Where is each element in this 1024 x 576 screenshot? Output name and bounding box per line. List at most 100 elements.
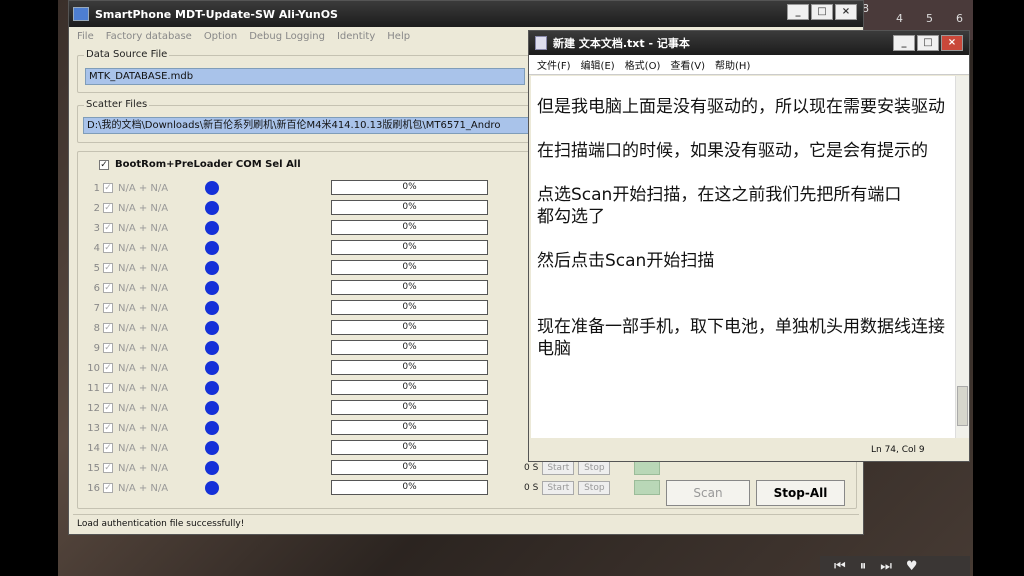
port-start-button[interactable]: Start — [542, 460, 575, 475]
port-progress-bar: 0% — [331, 260, 488, 275]
notepad-paragraph: 但是我电脑上面是没有驱动的，所以现在需要安装驱动 — [537, 97, 945, 117]
left-black-bar — [0, 0, 58, 576]
port-com-label: N/A + N/A — [118, 482, 169, 494]
window-title: SmartPhone MDT-Update-SW Ali-YunOS — [95, 7, 338, 21]
notepad-close-button[interactable]: × — [941, 35, 963, 51]
notepad-menu-format[interactable]: 格式(O) — [625, 57, 661, 72]
calendar-day: 5 — [926, 12, 933, 25]
port-progress-bar: 0% — [331, 460, 488, 475]
port-checkbox[interactable]: ✓ — [103, 263, 113, 273]
stop-all-button[interactable]: Stop-All — [756, 480, 845, 506]
heart-icon[interactable]: ♥ — [906, 559, 918, 574]
port-stop-button[interactable]: Stop — [578, 460, 611, 475]
port-checkbox[interactable]: ✓ — [103, 403, 113, 413]
notepad-menu-help[interactable]: 帮助(H) — [715, 57, 750, 72]
notepad-paragraph: 点选Scan开始扫描，在这之前我们先把所有端口 都勾选了 — [537, 185, 902, 227]
notepad-menu-view[interactable]: 查看(V) — [670, 57, 705, 72]
port-number: 5 — [93, 262, 100, 274]
port-status-dot — [205, 241, 219, 255]
port-start-button[interactable]: Start — [542, 480, 575, 495]
port-checkbox[interactable]: ✓ — [103, 243, 113, 253]
port-progress-bar: 0% — [331, 400, 488, 415]
minimize-button[interactable]: _ — [787, 4, 809, 20]
port-status-dot — [205, 341, 219, 355]
select-all-checkbox[interactable]: ✓ — [99, 159, 109, 170]
menu-file[interactable]: File — [77, 31, 94, 42]
port-number: 6 — [93, 282, 100, 294]
right-black-bar — [973, 0, 1024, 576]
port-checkbox[interactable]: ✓ — [103, 443, 113, 453]
menu-option[interactable]: Option — [204, 31, 237, 42]
port-progress-bar: 0% — [331, 360, 488, 375]
data-source-field[interactable]: MTK_DATABASE.mdb — [85, 68, 525, 85]
scan-button[interactable]: Scan — [666, 480, 750, 506]
status-bar: Load authentication file successfully! — [73, 514, 859, 532]
port-checkbox[interactable]: ✓ — [103, 303, 113, 313]
port-progress-bar: 0% — [331, 380, 488, 395]
port-checkbox[interactable]: ✓ — [103, 483, 113, 493]
port-progress-bar: 0% — [331, 200, 488, 215]
port-number: 10 — [87, 362, 100, 374]
previous-icon[interactable]: ⏮ — [834, 559, 846, 574]
port-checkbox[interactable]: ✓ — [103, 463, 113, 473]
port-status-dot — [205, 221, 219, 235]
port-progress-bar: 0% — [331, 240, 488, 255]
notepad-minimize-button[interactable]: _ — [893, 35, 915, 51]
notepad-menu-edit[interactable]: 编辑(E) — [581, 57, 615, 72]
notepad-status-bar: Ln 74, Col 9 — [531, 441, 967, 461]
port-checkbox[interactable]: ✓ — [103, 383, 113, 393]
notepad-maximize-button[interactable]: □ — [917, 35, 939, 51]
port-row: 4 ✓ N/A + N/A — [84, 238, 219, 258]
port-status-dot — [205, 261, 219, 275]
close-button[interactable]: × — [835, 4, 857, 20]
port-checkbox[interactable]: ✓ — [103, 343, 113, 353]
app-icon — [73, 7, 89, 21]
notepad-scroll-thumb[interactable] — [957, 386, 968, 426]
notepad-scrollbar[interactable] — [955, 76, 969, 438]
notepad-window: 新建 文本文档.txt - 记事本 _ □ × 文件(F) 编辑(E) 格式(O… — [528, 30, 970, 462]
port-checkbox[interactable]: ✓ — [103, 223, 113, 233]
port-row: 9 ✓ N/A + N/A — [84, 338, 219, 358]
port-row: 14 ✓ N/A + N/A — [84, 438, 219, 458]
scatter-file-field[interactable]: D:\我的文档\Downloads\新百伦系列刷机\新百伦M4米414.10.1… — [83, 117, 529, 134]
port-row: 6 ✓ N/A + N/A — [84, 278, 219, 298]
port-checkbox[interactable]: ✓ — [103, 423, 113, 433]
port-progress-bar: 0% — [331, 480, 488, 495]
port-number: 8 — [93, 322, 100, 334]
port-stop-button[interactable]: Stop — [578, 480, 611, 495]
notepad-paragraph: 现在准备一部手机，取下电池，单独机头用数据线连接电脑 — [537, 317, 945, 359]
notepad-titlebar[interactable]: 新建 文本文档.txt - 记事本 _ □ × — [529, 31, 969, 55]
port-progress-bar: 0% — [331, 220, 488, 235]
port-number: 12 — [87, 402, 100, 414]
next-icon[interactable]: ⏭ — [880, 559, 892, 574]
port-controls: 0 S Start Stop — [524, 480, 661, 495]
notepad-text-area[interactable]: 但是我电脑上面是没有驱动的，所以现在需要安装驱动 在扫描端口的时候，如果没有驱动… — [531, 76, 955, 438]
notepad-paragraph: 然后点击Scan开始扫描 — [537, 251, 715, 271]
port-com-label: N/A + N/A — [118, 302, 169, 314]
port-checkbox[interactable]: ✓ — [103, 183, 113, 193]
port-checkbox[interactable]: ✓ — [103, 323, 113, 333]
menu-factory-database[interactable]: Factory database — [106, 31, 192, 42]
media-controls: ⏮ ⏸ ⏭ ♥ — [820, 556, 970, 576]
menu-debug-logging[interactable]: Debug Logging — [249, 31, 325, 42]
notepad-menu-file[interactable]: 文件(F) — [537, 57, 571, 72]
port-row: 8 ✓ N/A + N/A — [84, 318, 219, 338]
port-status-dot — [205, 401, 219, 415]
port-com-label: N/A + N/A — [118, 382, 169, 394]
port-row: 5 ✓ N/A + N/A — [84, 258, 219, 278]
port-com-label: N/A + N/A — [118, 182, 169, 194]
scatter-files-label: Scatter Files — [84, 99, 150, 110]
port-row: 15 ✓ N/A + N/A — [84, 458, 219, 478]
port-status-dot — [205, 281, 219, 295]
pause-icon[interactable]: ⏸ — [860, 559, 867, 574]
port-checkbox[interactable]: ✓ — [103, 203, 113, 213]
port-number: 2 — [93, 202, 100, 214]
port-com-label: N/A + N/A — [118, 442, 169, 454]
port-checkbox[interactable]: ✓ — [103, 283, 113, 293]
menu-identity[interactable]: Identity — [337, 31, 375, 42]
maximize-button[interactable]: □ — [811, 4, 833, 20]
port-checkbox[interactable]: ✓ — [103, 363, 113, 373]
window-titlebar[interactable]: SmartPhone MDT-Update-SW Ali-YunOS _ □ × — [69, 1, 863, 27]
menu-help[interactable]: Help — [387, 31, 410, 42]
port-progress-bar: 0% — [331, 180, 488, 195]
